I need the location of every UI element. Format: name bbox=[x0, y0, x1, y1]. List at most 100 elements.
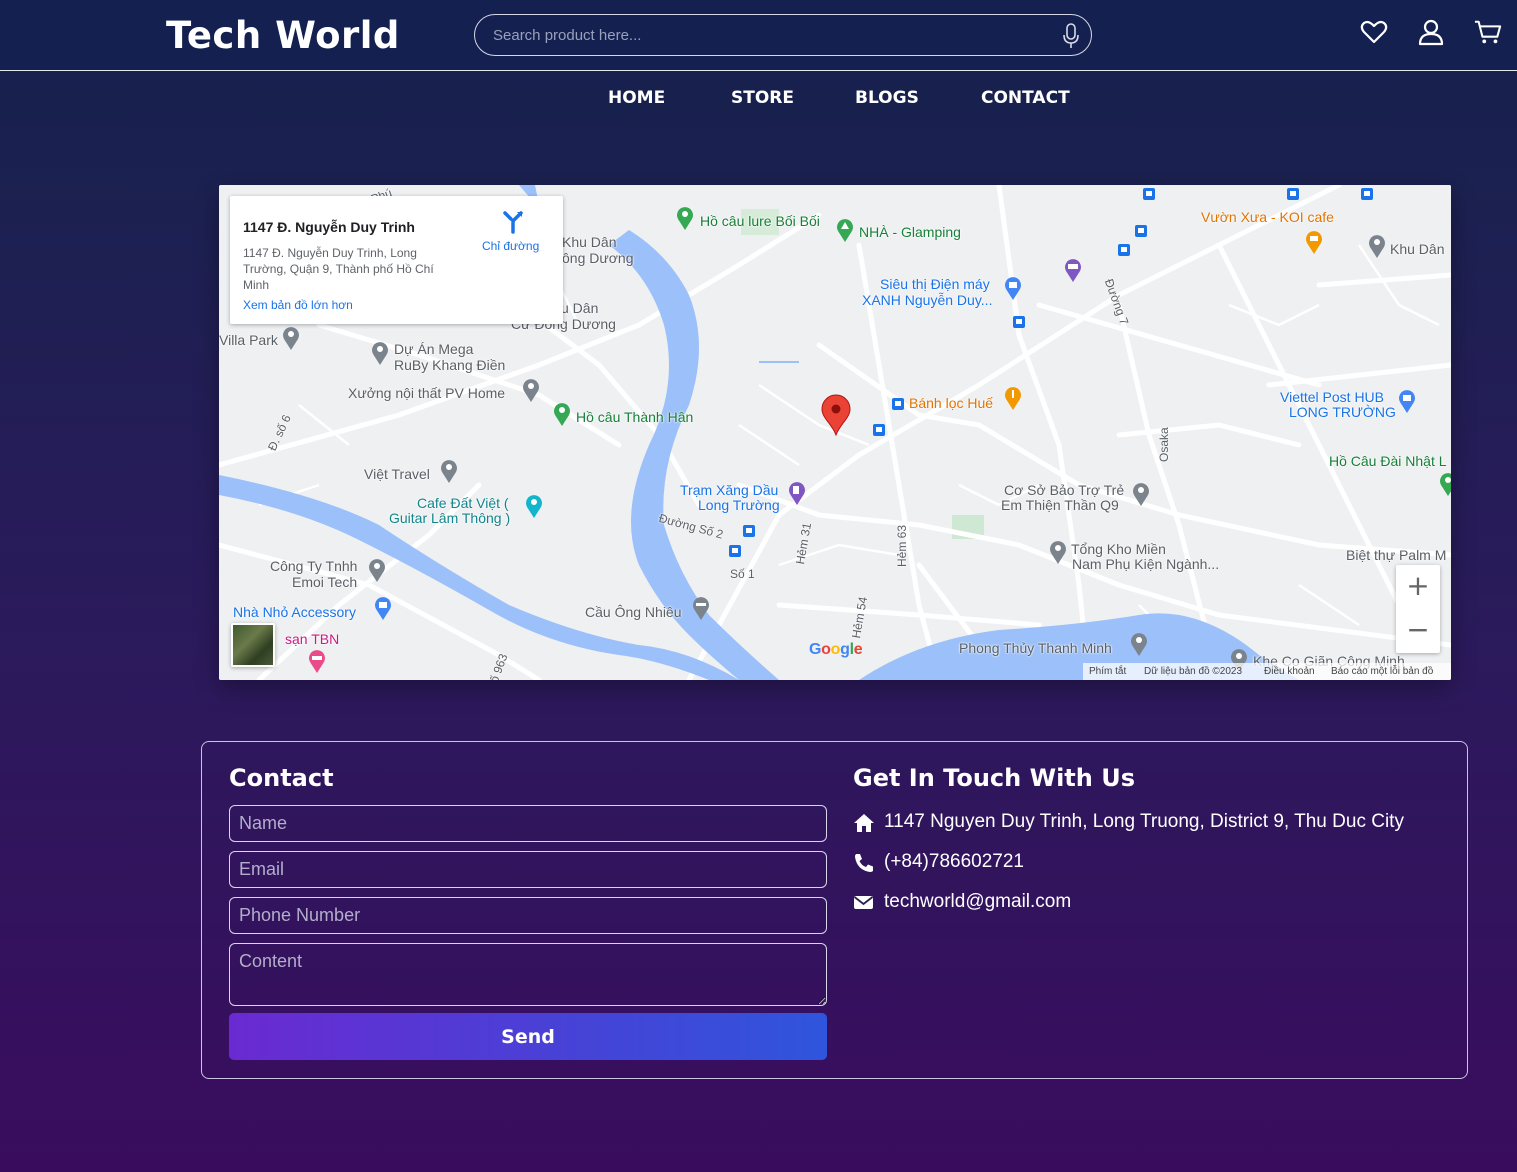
search-input[interactable] bbox=[493, 15, 1053, 55]
map-place[interactable]: RuBy Khang Điền bbox=[394, 358, 505, 373]
map-place[interactable]: Em Thiện Thần Q9 bbox=[1001, 498, 1119, 513]
restaurant-pin-icon[interactable] bbox=[1003, 385, 1023, 411]
bus-stop-icon[interactable] bbox=[1143, 188, 1155, 200]
map-place[interactable]: NHÀ - Glamping bbox=[859, 225, 961, 240]
terms-link[interactable]: Điều khoản bbox=[1264, 666, 1315, 677]
map-place[interactable]: Việt Travel bbox=[364, 467, 430, 482]
location-pin-icon[interactable] bbox=[281, 325, 301, 351]
user-icon[interactable] bbox=[1417, 18, 1445, 46]
send-button[interactable]: Send bbox=[229, 1013, 827, 1060]
atm-pin-icon[interactable] bbox=[1063, 257, 1083, 283]
search-bar bbox=[474, 14, 1092, 56]
hotel-pin-icon[interactable] bbox=[307, 648, 327, 674]
bus-stop-icon[interactable] bbox=[892, 398, 904, 410]
bus-stop-icon[interactable] bbox=[1135, 225, 1147, 237]
map-place[interactable]: Vườn Xưa - KOI cafe bbox=[1201, 210, 1334, 225]
directions-icon[interactable] bbox=[502, 210, 524, 234]
location-marker-icon[interactable] bbox=[820, 394, 852, 436]
location-pin-icon[interactable] bbox=[521, 377, 541, 403]
map-place[interactable]: Nhà Nhỏ Accessory bbox=[233, 605, 356, 620]
bus-stop-icon[interactable] bbox=[1013, 316, 1025, 328]
map-place[interactable]: Cơ Sở Bảo Trợ Trẻ bbox=[1004, 483, 1124, 498]
fishing-pin-icon[interactable] bbox=[675, 205, 695, 231]
bus-stop-icon[interactable] bbox=[729, 545, 741, 557]
map-place[interactable]: Nam Phụ Kiện Ngành... bbox=[1072, 557, 1219, 572]
map-place[interactable]: Hồ câu Thành Hân bbox=[576, 410, 693, 425]
zoom-in-button[interactable]: + bbox=[1396, 565, 1440, 609]
map-place[interactable]: Viettel Post HUB bbox=[1280, 390, 1384, 405]
map-place[interactable]: Biệt thự Palm M bbox=[1346, 548, 1446, 563]
nav-blogs[interactable]: BLOGS bbox=[855, 88, 919, 108]
bus-stop-icon[interactable] bbox=[1287, 188, 1299, 200]
map-place[interactable]: ông Dương bbox=[562, 251, 633, 266]
cart-icon[interactable] bbox=[1474, 18, 1502, 46]
zoom-out-button[interactable]: − bbox=[1396, 609, 1440, 653]
location-pin-icon[interactable] bbox=[1048, 539, 1068, 565]
map-place[interactable]: Long Trường bbox=[698, 498, 780, 513]
bus-stop-icon[interactable] bbox=[1361, 188, 1373, 200]
nav-store[interactable]: STORE bbox=[731, 88, 794, 108]
content-field[interactable] bbox=[229, 943, 827, 1006]
post-office-pin-icon[interactable] bbox=[1397, 388, 1417, 414]
map-place[interactable]: Bánh lọc Huế bbox=[909, 396, 993, 411]
bus-stop-icon[interactable] bbox=[873, 424, 885, 436]
map-place[interactable]: Emoi Tech bbox=[292, 575, 357, 590]
cafe-pin-icon[interactable] bbox=[1304, 229, 1324, 255]
phone-text[interactable]: (+84)786602721 bbox=[884, 851, 1024, 873]
microphone-icon[interactable] bbox=[1061, 23, 1081, 49]
directions-link[interactable]: Chỉ đường bbox=[482, 239, 539, 253]
map-place[interactable]: Tổng Kho Miền bbox=[1071, 542, 1166, 557]
location-pin-icon[interactable] bbox=[1131, 481, 1151, 507]
map-place[interactable]: Hồ câu lure Bối Bối bbox=[700, 214, 820, 229]
phone-field[interactable] bbox=[229, 897, 827, 934]
camping-pin-icon[interactable] bbox=[835, 217, 855, 243]
map-place[interactable]: Cầu Ông Nhiêu bbox=[585, 605, 682, 620]
email-field[interactable] bbox=[229, 851, 827, 888]
map-place[interactable]: LONG TRƯỜNG bbox=[1289, 405, 1396, 420]
report-error-link[interactable]: Báo cáo một lỗi bản đồ bbox=[1331, 666, 1433, 677]
map-place[interactable]: sạn TBN bbox=[285, 632, 339, 647]
fishing-pin-icon[interactable] bbox=[1438, 471, 1451, 497]
map-place[interactable]: Guitar Lâm Thông ) bbox=[389, 511, 510, 526]
map-place[interactable]: Siêu thị Điện máy bbox=[880, 277, 990, 292]
map-place[interactable]: u Dân bbox=[561, 301, 598, 316]
larger-map-link[interactable]: Xem bản đồ lớn hơn bbox=[243, 298, 353, 312]
embedded-map[interactable]: Hồ câu lure Bối Bối NHÀ - Glamping Vườn … bbox=[219, 185, 1451, 680]
cafe-pin-icon[interactable] bbox=[524, 493, 544, 519]
map-place[interactable]: Khu Dân bbox=[562, 235, 616, 250]
map-data-text: Dữ liệu bản đồ ©2023 bbox=[1144, 666, 1243, 677]
map-place[interactable]: Phong Thủy Thanh Minh bbox=[959, 641, 1112, 656]
bus-stop-icon[interactable] bbox=[1118, 244, 1130, 256]
email-text[interactable]: techworld@gmail.com bbox=[884, 891, 1071, 913]
map-place[interactable]: XANH Nguyễn Duy... bbox=[862, 293, 992, 308]
site-logo[interactable]: Tech World bbox=[166, 14, 400, 57]
main-nav: HOME STORE BLOGS CONTACT bbox=[0, 88, 1517, 112]
shopping-pin-icon[interactable] bbox=[1003, 275, 1023, 301]
bridge-pin-icon[interactable] bbox=[691, 595, 711, 621]
fishing-pin-icon[interactable] bbox=[552, 401, 572, 427]
map-place[interactable]: Xưởng nội thất PV Home bbox=[348, 386, 505, 401]
keyboard-shortcuts-link[interactable]: Phím tắt bbox=[1089, 666, 1126, 677]
map-place[interactable]: Công Ty Tnhh bbox=[270, 559, 357, 574]
map-place[interactable]: Dự Án Mega bbox=[394, 342, 473, 357]
satellite-toggle[interactable] bbox=[231, 623, 275, 667]
nav-home[interactable]: HOME bbox=[608, 88, 665, 108]
name-field[interactable] bbox=[229, 805, 827, 842]
location-pin-icon[interactable] bbox=[1367, 233, 1387, 259]
map-place[interactable]: Hồ Câu Đài Nhật L bbox=[1329, 454, 1447, 469]
location-pin-icon[interactable] bbox=[370, 340, 390, 366]
google-logo[interactable]: Google bbox=[809, 641, 863, 659]
gas-station-pin-icon[interactable] bbox=[787, 480, 807, 506]
location-pin-icon[interactable] bbox=[367, 557, 387, 583]
address-text: 1147 Nguyen Duy Trinh, Long Truong, Dist… bbox=[884, 811, 1404, 832]
location-pin-icon[interactable] bbox=[1129, 631, 1149, 657]
map-place[interactable]: Khu Dân bbox=[1390, 242, 1444, 257]
bus-stop-icon[interactable] bbox=[743, 525, 755, 537]
map-place[interactable]: Trạm Xăng Dầu bbox=[680, 483, 778, 498]
location-pin-icon[interactable] bbox=[439, 458, 459, 484]
map-place[interactable]: Villa Park bbox=[219, 333, 278, 348]
shopping-pin-icon[interactable] bbox=[373, 595, 393, 621]
heart-icon[interactable] bbox=[1360, 18, 1388, 46]
nav-contact[interactable]: CONTACT bbox=[981, 88, 1070, 108]
map-place[interactable]: Cafe Đất Việt ( bbox=[417, 496, 509, 511]
